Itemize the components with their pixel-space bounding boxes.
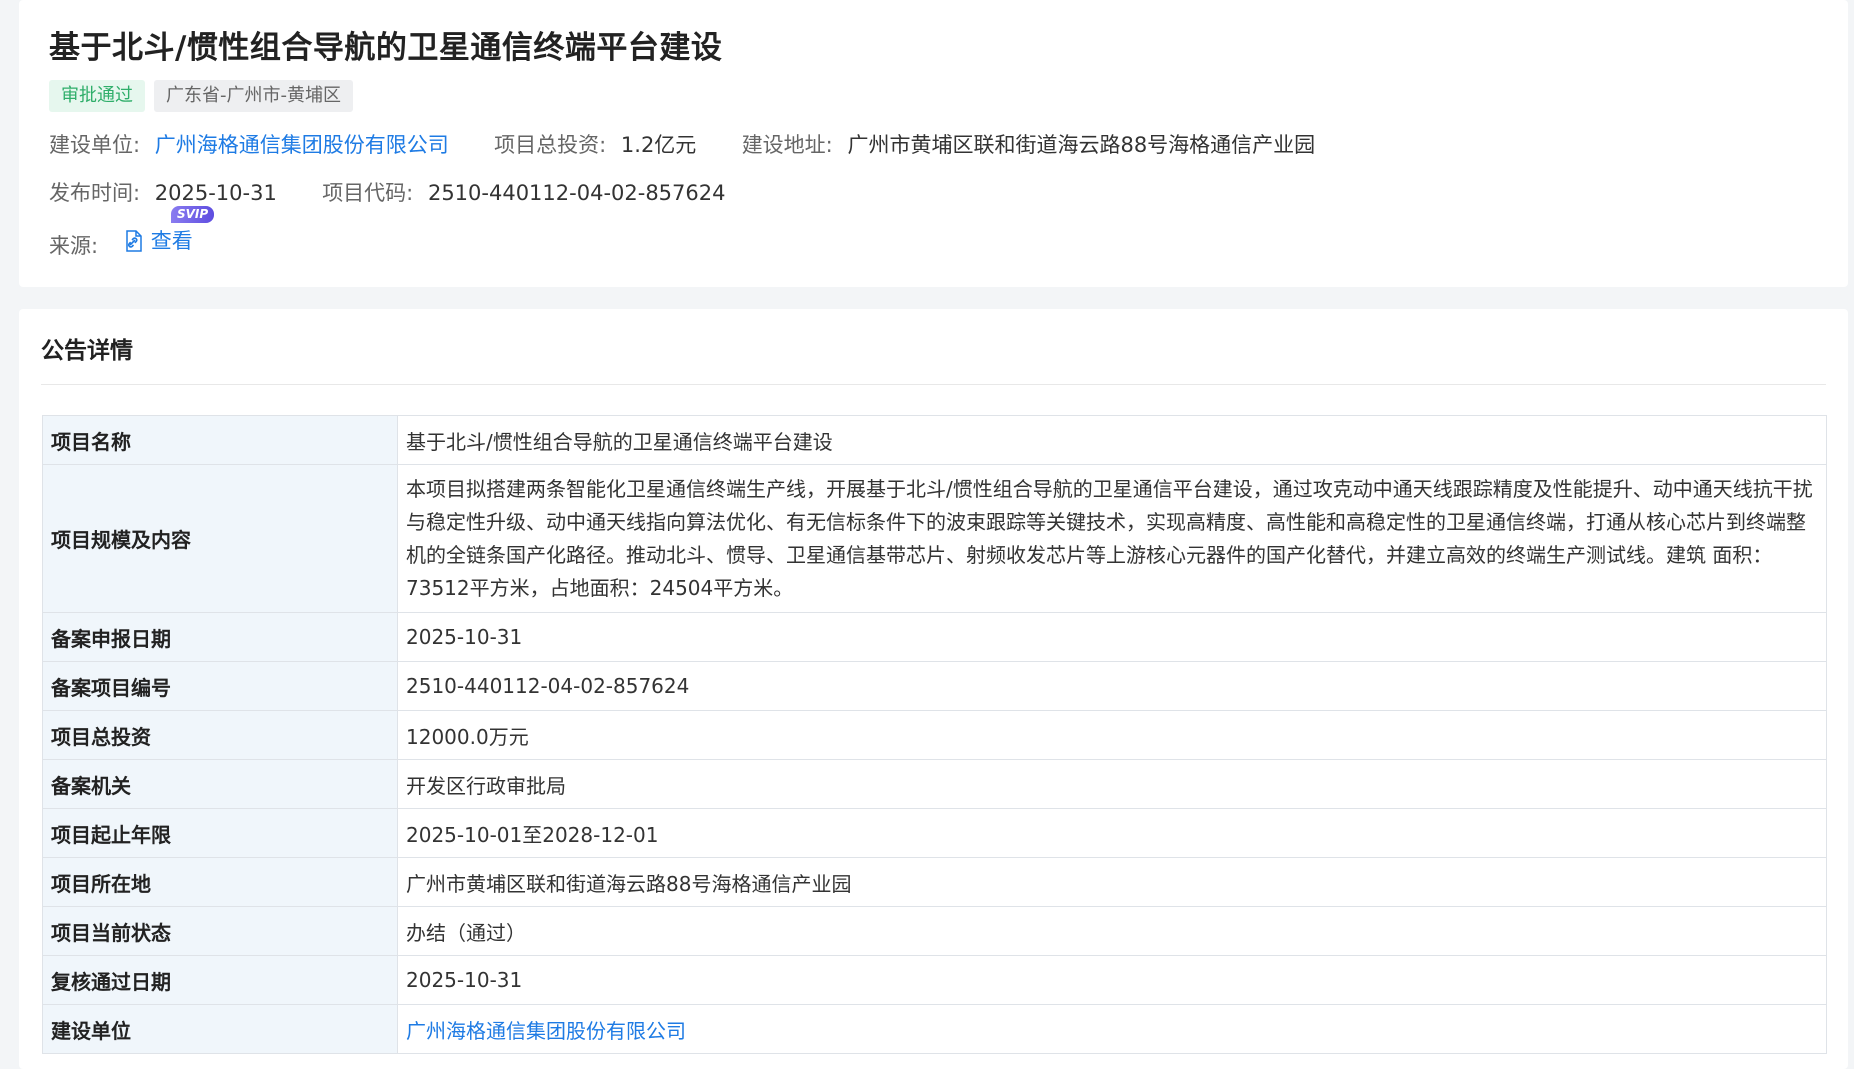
table-row: 项目名称 基于北斗/惯性组合导航的卫星通信终端平台建设 bbox=[42, 415, 1827, 465]
investment-value: 1.2亿元 bbox=[620, 133, 697, 157]
project-header-card: 基于北斗/惯性组合导航的卫星通信终端平台建设 审批通过 广东省-广州市-黄埔区 … bbox=[19, 0, 1848, 287]
row-value: 2025-10-31 bbox=[397, 955, 1827, 1005]
row-value: 基于北斗/惯性组合导航的卫星通信终端平台建设 bbox=[397, 415, 1827, 465]
source-view-link[interactable]: 查看 bbox=[105, 226, 193, 256]
builder-link[interactable]: 广州海格通信集团股份有限公司 bbox=[155, 133, 449, 157]
row-value: 开发区行政审批局 bbox=[397, 759, 1827, 809]
row-key: 项目总投资 bbox=[42, 710, 398, 760]
address-label: 建设地址: bbox=[741, 133, 833, 157]
builder-company-link[interactable]: 广州海格通信集团股份有限公司 bbox=[406, 1019, 686, 1043]
row-value: 办结（通过） bbox=[397, 906, 1827, 956]
row-value: 12000.0万元 bbox=[397, 710, 1827, 760]
table-row: 备案项目编号 2510-440112-04-02-857624 bbox=[42, 661, 1827, 711]
builder-label: 建设单位: bbox=[49, 133, 141, 157]
publish-label: 发布时间: bbox=[49, 181, 141, 205]
detail-table: 项目名称 基于北斗/惯性组合导航的卫星通信终端平台建设 项目规模及内容 本项目拟… bbox=[42, 415, 1827, 1054]
row-key: 建设单位 bbox=[42, 1004, 398, 1054]
status-badge: 审批通过 bbox=[49, 80, 145, 112]
investment-label: 项目总投资: bbox=[494, 133, 607, 157]
row-key: 备案机关 bbox=[42, 759, 398, 809]
row-value-cell: 广州海格通信集团股份有限公司 bbox=[397, 1004, 1827, 1054]
row-value: 广州市黄埔区联和街道海云路88号海格通信产业园 bbox=[397, 857, 1827, 907]
row-key: 项目名称 bbox=[42, 415, 398, 465]
region-tag: 广东省-广州市-黄埔区 bbox=[154, 80, 353, 112]
row-key: 备案项目编号 bbox=[42, 661, 398, 711]
table-row: 复核通过日期 2025-10-31 bbox=[42, 955, 1827, 1005]
meta-row-2: 发布时间: 2025-10-31 项目代码: 2510-440112-04-02… bbox=[49, 178, 725, 208]
link-icon bbox=[126, 230, 142, 252]
table-row: 项目规模及内容 本项目拟搭建两条智能化卫星通信终端生产线，开展基于北斗/惯性组合… bbox=[42, 464, 1827, 613]
table-row: 项目当前状态 办结（通过） bbox=[42, 906, 1827, 956]
row-value: 2025-10-31 bbox=[397, 612, 1827, 662]
code-value: 2510-440112-04-02-857624 bbox=[427, 181, 726, 205]
source-view-label: 查看 bbox=[150, 229, 193, 253]
meta-row-1: 建设单位: 广州海格通信集团股份有限公司 项目总投资: 1.2亿元 建设地址: … bbox=[49, 130, 1315, 160]
code-label: 项目代码: bbox=[322, 181, 414, 205]
row-value: 2510-440112-04-02-857624 bbox=[397, 661, 1827, 711]
meta-row-3: 来源: 查看 bbox=[49, 226, 193, 258]
source-label: 来源: bbox=[49, 234, 99, 258]
table-row: 备案申报日期 2025-10-31 bbox=[42, 612, 1827, 662]
row-key: 项目所在地 bbox=[42, 857, 398, 907]
row-key: 项目当前状态 bbox=[42, 906, 398, 956]
page-title: 基于北斗/惯性组合导航的卫星通信终端平台建设 bbox=[49, 30, 723, 66]
row-value: 本项目拟搭建两条智能化卫星通信终端生产线，开展基于北斗/惯性组合导航的卫星通信平… bbox=[397, 464, 1827, 613]
row-key: 复核通过日期 bbox=[42, 955, 398, 1005]
section-divider bbox=[41, 384, 1826, 385]
svip-badge: SVIP bbox=[171, 206, 215, 223]
publish-value: 2025-10-31 bbox=[154, 181, 277, 205]
row-key: 项目起止年限 bbox=[42, 808, 398, 858]
row-key: 备案申报日期 bbox=[42, 612, 398, 662]
table-row: 项目起止年限 2025-10-01至2028-12-01 bbox=[42, 808, 1827, 858]
row-value: 2025-10-01至2028-12-01 bbox=[397, 808, 1827, 858]
table-row: 项目总投资 12000.0万元 bbox=[42, 710, 1827, 760]
section-title: 公告详情 bbox=[41, 338, 133, 364]
row-key: 项目规模及内容 bbox=[42, 464, 398, 613]
table-row: 项目所在地 广州市黄埔区联和街道海云路88号海格通信产业园 bbox=[42, 857, 1827, 907]
announcement-detail-card: 公告详情 项目名称 基于北斗/惯性组合导航的卫星通信终端平台建设 项目规模及内容… bbox=[19, 309, 1848, 1069]
address-value: 广州市黄埔区联和街道海云路88号海格通信产业园 bbox=[847, 133, 1316, 157]
table-row: 备案机关 开发区行政审批局 bbox=[42, 759, 1827, 809]
table-row: 建设单位 广州海格通信集团股份有限公司 bbox=[42, 1004, 1827, 1054]
